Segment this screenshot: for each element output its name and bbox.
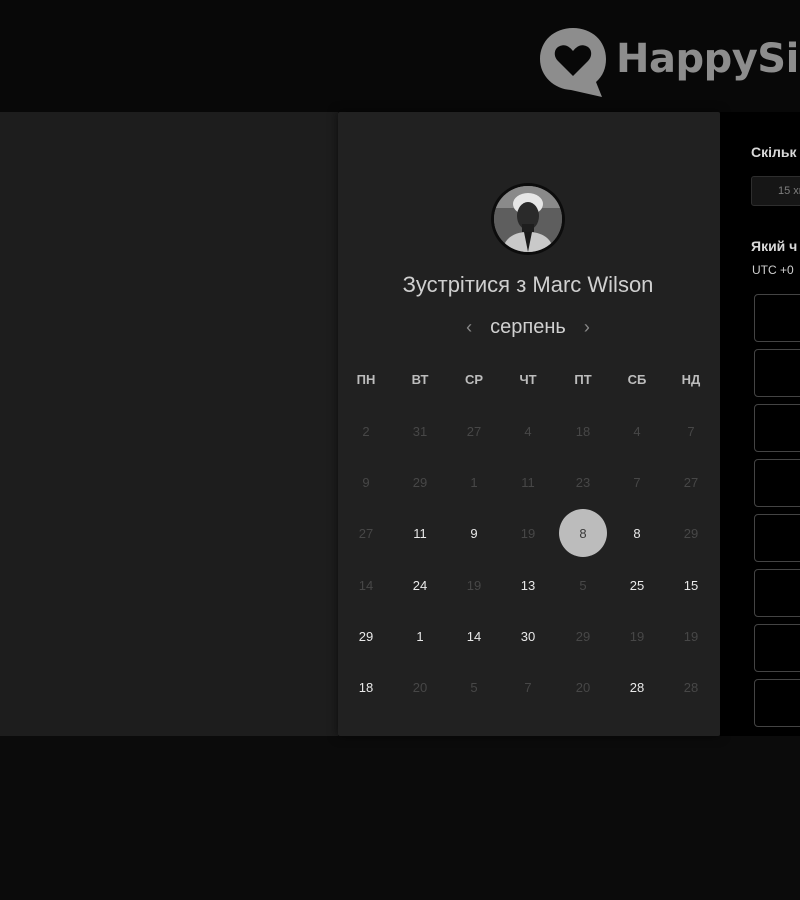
calendar-day[interactable]: 24	[396, 561, 444, 609]
time-slot-button[interactable]	[754, 679, 800, 727]
calendar-day[interactable]: 15	[667, 561, 715, 609]
time-slot-button[interactable]	[754, 294, 800, 342]
calendar-day: 20	[412, 679, 428, 695]
calendar-day-grid: 2 31 27 4 18 4 7 9 29 1 11 23 7 27 27 11 9 19 8 8 29 14 24 19 13…	[338, 112, 720, 736]
time-slot-button[interactable]	[754, 404, 800, 452]
calendar-day[interactable]: 1	[396, 612, 444, 660]
calendar-day[interactable]: 30	[504, 612, 552, 660]
calendar-day[interactable]: 29	[342, 612, 390, 660]
calendar-day: 7	[524, 679, 532, 695]
time-slot-button[interactable]	[754, 349, 800, 397]
booking-calendar-card: Зустрітися з Marc Wilson ‹ серпень › ПН В…	[338, 112, 720, 736]
time-slot-button[interactable]	[754, 624, 800, 672]
calendar-day: 20	[575, 679, 591, 695]
calendar-day: 2	[362, 423, 370, 439]
calendar-day[interactable]: 18	[342, 663, 390, 711]
time-slot-button[interactable]	[754, 459, 800, 507]
calendar-day: 14	[358, 577, 374, 593]
calendar-day: 29	[575, 628, 591, 644]
heart-speech-bubble-icon	[540, 28, 606, 97]
calendar-day: 9	[362, 474, 370, 490]
calendar-day: 19	[683, 628, 699, 644]
calendar-day[interactable]: 9	[450, 509, 498, 557]
calendar-day: 29	[412, 474, 428, 490]
calendar-day: 29	[683, 525, 699, 541]
duration-select[interactable]: 15 хв	[751, 176, 800, 206]
calendar-day: 11	[521, 474, 535, 490]
calendar-day: 27	[358, 525, 374, 541]
left-backdrop-panel	[0, 112, 338, 736]
calendar-day: 23	[575, 474, 591, 490]
calendar-day: 19	[466, 577, 482, 593]
calendar-day: 1	[470, 474, 478, 490]
calendar-day-selected[interactable]: 8	[559, 509, 607, 557]
calendar-day: 19	[629, 628, 645, 644]
calendar-day: 19	[520, 525, 536, 541]
calendar-day: 5	[579, 577, 587, 593]
calendar-day[interactable]: 25	[613, 561, 661, 609]
duration-label: Скільк	[751, 144, 797, 160]
calendar-day: 7	[687, 423, 695, 439]
calendar-day: 28	[683, 679, 699, 695]
brand-name: HappySig	[616, 36, 800, 82]
calendar-day[interactable]: 8	[613, 509, 661, 557]
calendar-day[interactable]: 14	[450, 612, 498, 660]
calendar-day[interactable]: 11	[396, 509, 444, 557]
calendar-day: 18	[575, 423, 591, 439]
calendar-day[interactable]: 13	[504, 561, 552, 609]
calendar-day: 27	[466, 423, 482, 439]
calendar-day: 4	[633, 423, 641, 439]
calendar-day: 31	[412, 423, 428, 439]
time-slot-button[interactable]	[754, 514, 800, 562]
calendar-day: 4	[524, 423, 532, 439]
time-selection-panel: Скільк 15 хв Який ч UTC +0	[720, 112, 800, 736]
calendar-day: 7	[633, 474, 641, 490]
calendar-day: 27	[683, 474, 699, 490]
timezone-selector[interactable]: UTC +0	[752, 263, 794, 277]
time-label: Який ч	[751, 238, 798, 254]
calendar-day[interactable]: 28	[613, 663, 661, 711]
time-slot-button[interactable]	[754, 569, 800, 617]
page-footer-area	[0, 736, 800, 900]
top-header: HappySig	[0, 0, 800, 112]
brand-logo[interactable]: HappySig	[538, 24, 800, 98]
calendar-day: 5	[470, 679, 478, 695]
